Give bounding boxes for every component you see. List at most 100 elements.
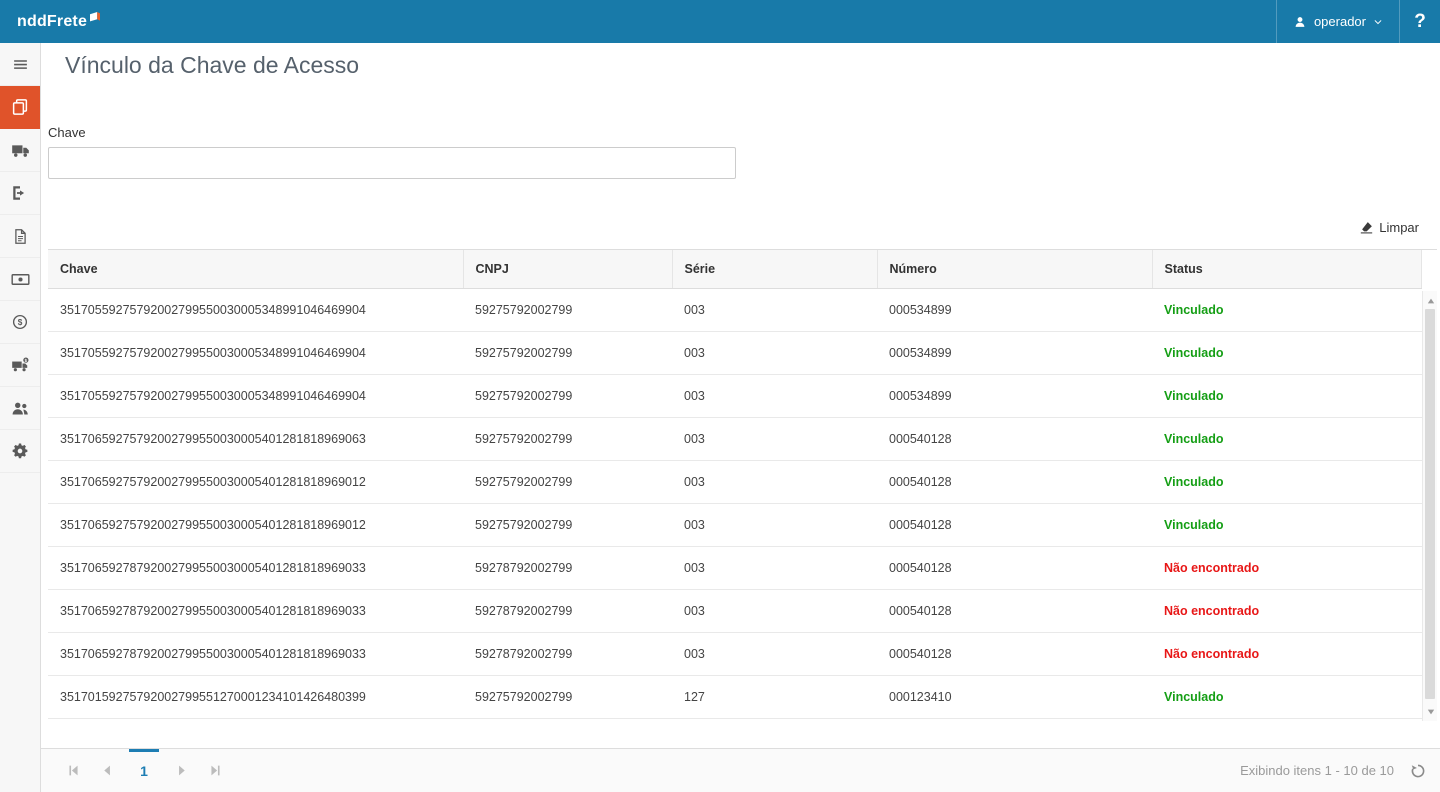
cell-chave: 3517055927579200279955003000534899104646… [48,289,463,332]
cell-cnpj: 59275792002799 [463,504,672,547]
cell-chave: 3517015927579200279955127000123410142648… [48,676,463,719]
table-row[interactable]: 3517065927579200279955003000540128181896… [48,504,1422,547]
help-button[interactable]: ? [1399,0,1440,43]
cell-numero: 000540128 [877,633,1152,676]
status-badge: Não encontrado [1152,590,1422,633]
table-row[interactable]: 3517055927579200279955003000534899104646… [48,375,1422,418]
cell-numero: 000534899 [877,289,1152,332]
settings-gears-icon [11,442,29,460]
sidebar-item-truck[interactable] [0,129,40,172]
limpar-button[interactable]: Limpar [1354,219,1425,236]
cell-serie: 003 [672,289,877,332]
cell-cnpj: 59278792002799 [463,547,672,590]
column-header-numero[interactable]: Número [877,250,1152,289]
refresh-icon[interactable] [1410,763,1426,779]
cell-numero: 000534899 [877,375,1152,418]
eraser-icon [1360,221,1373,234]
chevron-down-icon [1373,17,1383,27]
status-badge: Vinculado [1152,504,1422,547]
status-badge: Vinculado [1152,461,1422,504]
chave-input[interactable] [48,147,736,179]
users-icon [11,399,30,418]
export-icon [11,184,29,202]
cell-serie: 003 [672,547,877,590]
cell-cnpj: 59275792002799 [463,461,672,504]
document-icon [12,228,29,245]
cell-serie: 003 [672,418,877,461]
cell-numero: 000540128 [877,547,1152,590]
pager: 1 Exibindo itens 1 - 10 de 10 [41,748,1440,792]
status-badge: Vinculado [1152,289,1422,332]
table-row[interactable]: 3517065927879200279955003000540128181896… [48,547,1422,590]
column-header-status[interactable]: Status [1152,250,1422,289]
cell-chave: 3517065927579200279955003000540128181896… [48,418,463,461]
results-grid: Chave CNPJ Série Número Status 351705592… [48,249,1437,719]
table-row[interactable]: 3517065927879200279955003000540128181896… [48,590,1422,633]
svg-text:$: $ [18,318,23,327]
status-badge: Vinculado [1152,676,1422,719]
cell-cnpj: 59275792002799 [463,375,672,418]
sidebar-item-access-key-link[interactable] [0,86,40,129]
cell-cnpj: 59275792002799 [463,332,672,375]
column-header-chave[interactable]: Chave [48,250,463,289]
cell-serie: 003 [672,590,877,633]
cell-numero: 000540128 [877,418,1152,461]
cell-numero: 000123410 [877,676,1152,719]
sidebar-item-users[interactable] [0,387,40,430]
table-row[interactable]: 3517065927579200279955003000540128181896… [48,418,1422,461]
cell-chave: 3517065927579200279955003000540128181896… [48,461,463,504]
cell-chave: 3517065927879200279955003000540128181896… [48,590,463,633]
table-row[interactable]: 3517065927879200279955003000540128181896… [48,633,1422,676]
first-page-button[interactable] [61,749,85,792]
filter-section: Chave [48,125,1437,179]
previous-page-button[interactable] [95,749,119,792]
cell-cnpj: 59275792002799 [463,289,672,332]
sidebar-item-export[interactable] [0,172,40,215]
user-label: operador [1314,14,1366,29]
cell-cnpj: 59275792002799 [463,418,672,461]
page-number-1[interactable]: 1 [129,749,159,792]
cell-serie: 003 [672,504,877,547]
sidebar-item-document[interactable] [0,215,40,258]
table-row[interactable]: 3517065927579200279955003000540128181896… [48,461,1422,504]
column-header-serie[interactable]: Série [672,250,877,289]
scroll-down-arrow-icon[interactable] [1423,704,1438,719]
freight-payment-icon: $ [11,356,30,375]
banknote-icon [11,270,30,289]
sidebar-item-freight-payment[interactable]: $ [0,344,40,387]
table-row[interactable]: 3517055927579200279955003000534899104646… [48,289,1422,332]
main-content: Vínculo da Chave de Acesso Chave Limpar … [41,43,1440,792]
cell-chave: 3517055927579200279955003000534899104646… [48,332,463,375]
toolbar: Limpar [48,219,1437,237]
table-row[interactable]: 3517015927579200279955127000123410142648… [48,676,1422,719]
scrollbar-thumb[interactable] [1425,309,1435,699]
column-header-cnpj[interactable]: CNPJ [463,250,672,289]
status-badge: Vinculado [1152,375,1422,418]
status-badge: Não encontrado [1152,633,1422,676]
pager-info: Exibindo itens 1 - 10 de 10 [1240,763,1394,778]
truck-icon [11,141,30,160]
cell-serie: 003 [672,633,877,676]
scroll-up-arrow-icon[interactable] [1423,293,1438,308]
cell-chave: 3517065927579200279955003000540128181896… [48,504,463,547]
user-menu[interactable]: operador [1276,0,1399,43]
last-page-button[interactable] [203,749,227,792]
cell-cnpj: 59275792002799 [463,676,672,719]
top-bar: nddFrete operador ? [0,0,1440,43]
menu-toggle[interactable] [0,43,40,86]
chave-label: Chave [48,125,1437,140]
vertical-scrollbar[interactable] [1422,291,1437,721]
table-row[interactable]: 3517055927579200279955003000534899104646… [48,332,1422,375]
cell-chave: 3517065927879200279955003000540128181896… [48,633,463,676]
sidebar-item-currency[interactable]: $ [0,301,40,344]
sidebar-item-banknote[interactable] [0,258,40,301]
page-title: Vínculo da Chave de Acesso [65,52,1437,79]
limpar-label: Limpar [1379,220,1419,235]
brand-flag-icon [89,11,101,23]
next-page-button[interactable] [169,749,193,792]
sidebar-item-settings[interactable] [0,430,40,473]
menu-icon [12,56,29,73]
cell-serie: 003 [672,332,877,375]
brand-text: nddFrete [17,13,87,31]
cell-chave: 3517065927879200279955003000540128181896… [48,547,463,590]
